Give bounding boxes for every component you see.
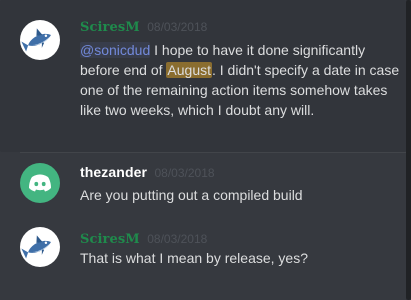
message-header: thezander 08/03/2018	[80, 164, 215, 182]
user-mention[interactable]: @sonicdud	[80, 42, 151, 58]
username[interactable]: thezander	[80, 164, 147, 180]
shark-icon	[21, 235, 51, 259]
message-header: SciresM 08/03/2018	[80, 18, 207, 36]
message-group-sciresm-1: SciresM 08/03/2018 @sonicdud I hope to h…	[0, 0, 406, 152]
message-content: @sonicdud I hope to have it done signifi…	[80, 40, 400, 120]
message-group-thezander: thezander 08/03/2018 Are you putting out…	[0, 153, 406, 219]
username[interactable]: SciresM	[80, 232, 140, 247]
search-highlight: August	[166, 62, 212, 78]
timestamp: 08/03/2018	[154, 166, 215, 180]
message-content: Are you putting out a compiled build	[80, 185, 400, 205]
shark-icon	[21, 28, 51, 52]
scrollbar-thumb[interactable]	[406, 0, 411, 300]
avatar[interactable]	[20, 227, 60, 267]
username[interactable]: SciresM	[80, 20, 140, 35]
message-header: SciresM 08/03/2018	[80, 230, 207, 248]
message-text: Are you putting out a compiled build	[80, 187, 303, 203]
timestamp: 08/03/2018	[147, 20, 208, 34]
chat-message-list: SciresM 08/03/2018 @sonicdud I hope to h…	[0, 0, 411, 300]
discord-logo-icon	[29, 174, 51, 192]
message-content: That is what I mean by release, yes?	[80, 248, 400, 268]
message-group-sciresm-2: SciresM 08/03/2018 That is what I mean b…	[0, 220, 406, 290]
avatar[interactable]	[20, 20, 60, 60]
avatar[interactable]	[20, 163, 60, 203]
timestamp: 08/03/2018	[147, 232, 208, 246]
message-text: That is what I mean by release, yes?	[80, 250, 308, 266]
